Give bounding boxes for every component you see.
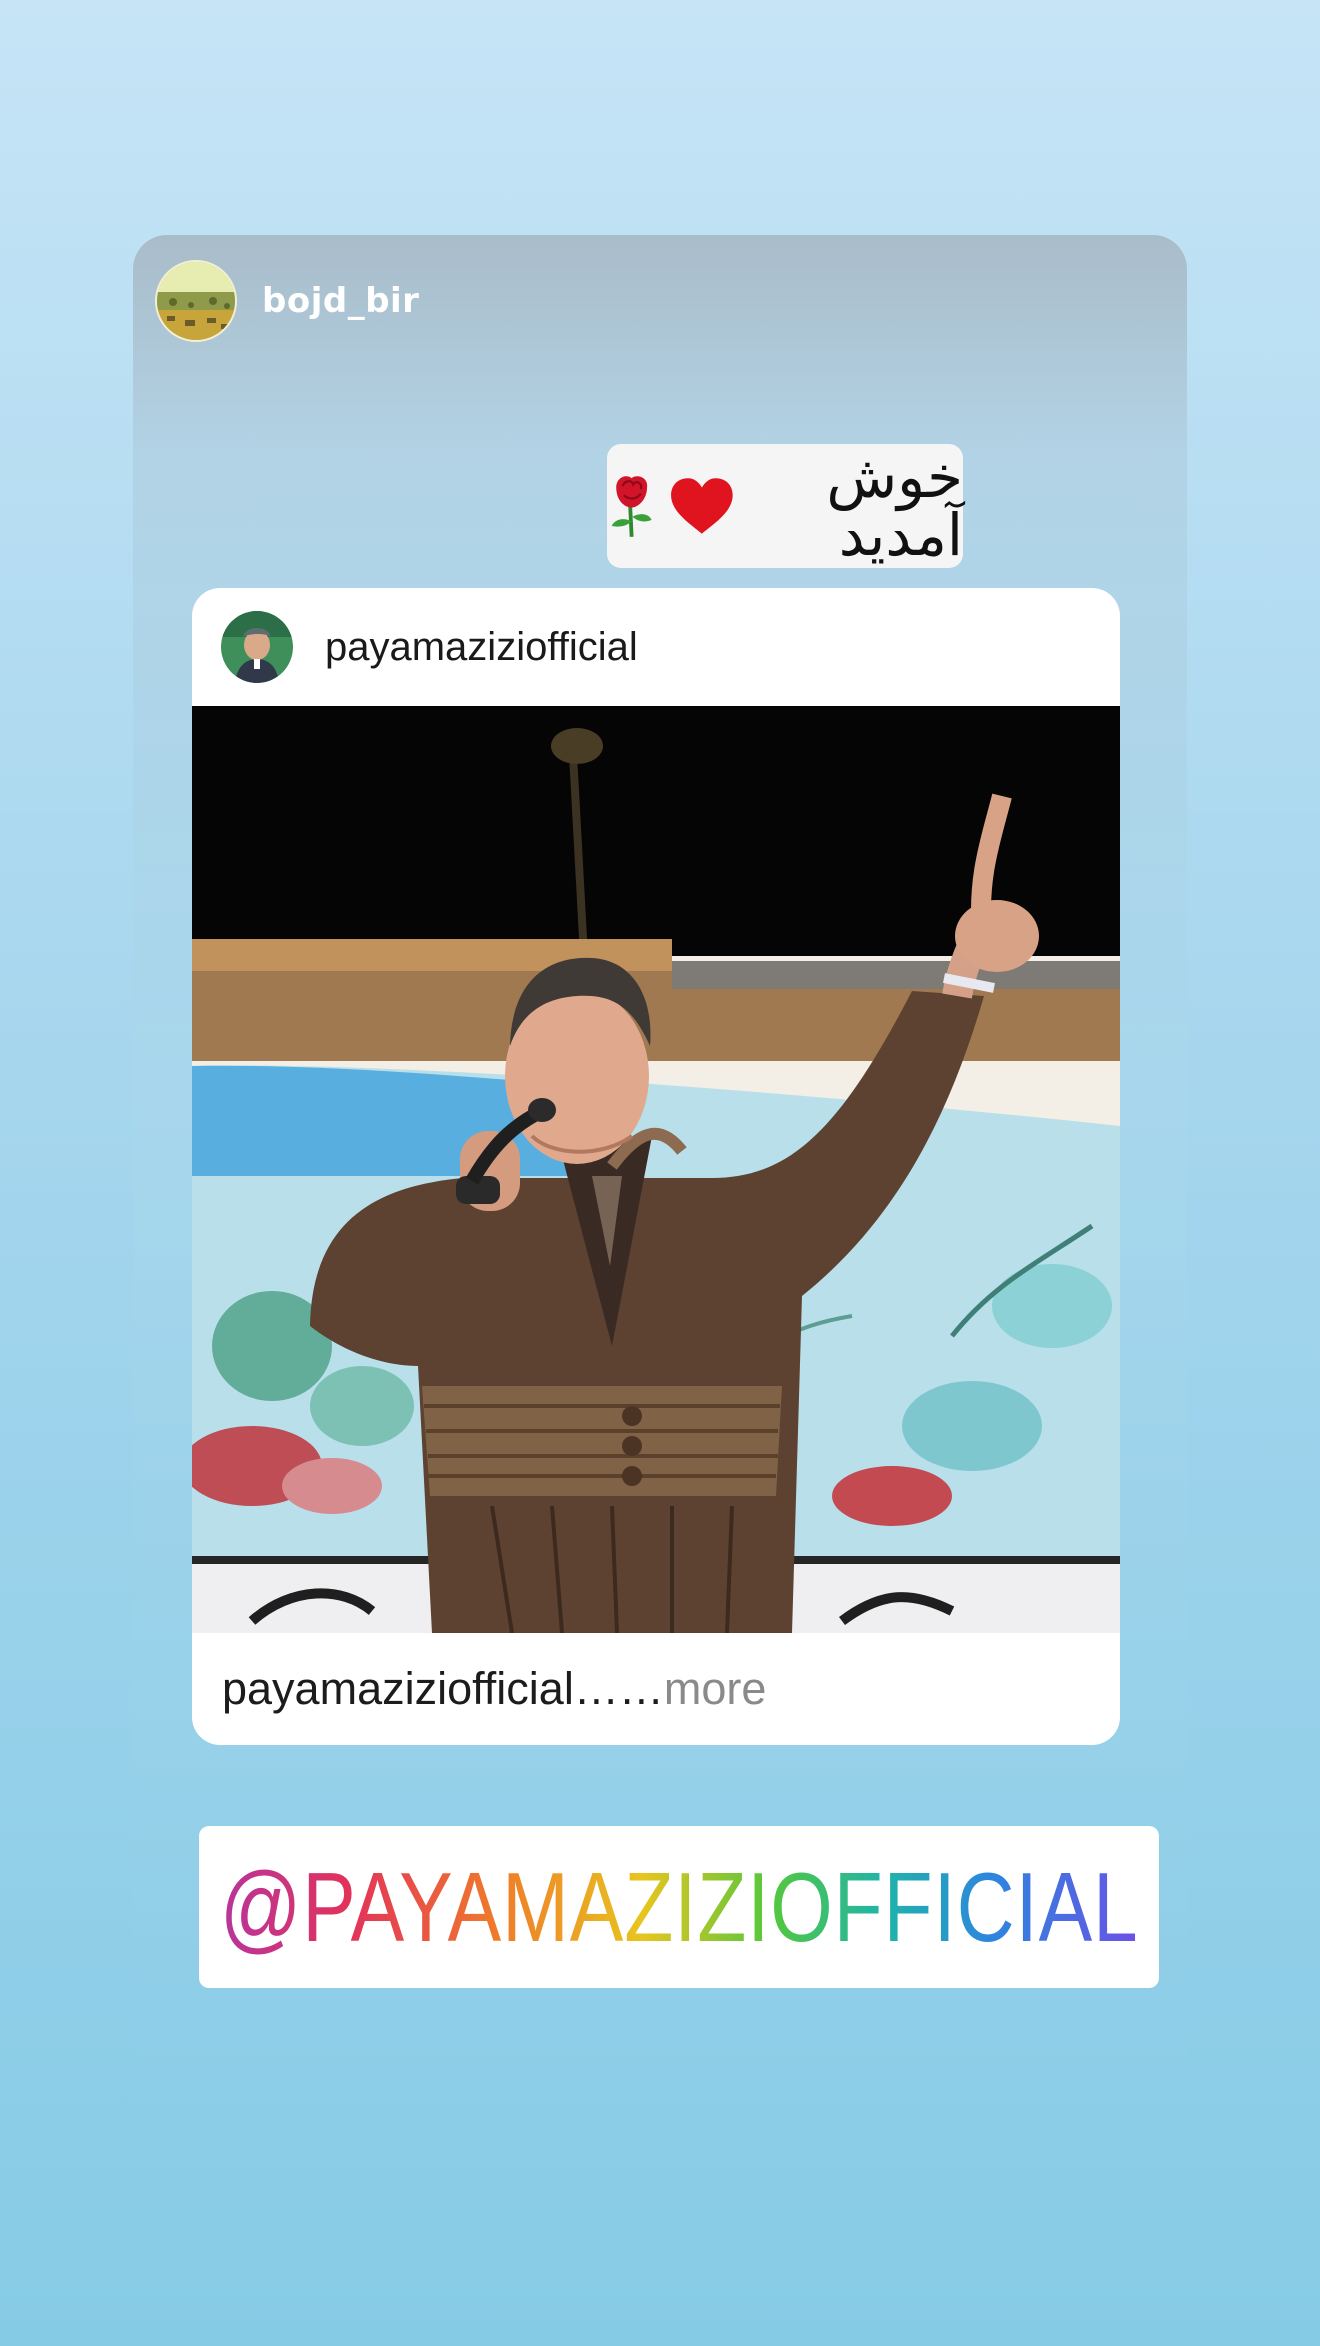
post-image[interactable] [192, 706, 1120, 1633]
post-avatar[interactable] [221, 611, 293, 683]
caption-username[interactable]: payamaziziofficial [222, 1663, 574, 1715]
post-caption[interactable]: payamaziziofficial …… more [222, 1633, 766, 1745]
story-header[interactable]: bojd_bir [155, 259, 419, 343]
welcome-text: خوش آمدید [826, 443, 963, 569]
singer-performing-photo [192, 706, 1120, 1633]
story-username[interactable]: bojd_bir [262, 281, 419, 321]
landscape-avatar-icon [157, 262, 235, 340]
post-username[interactable]: payamaziziofficial [325, 625, 638, 670]
profile-avatar-icon [221, 611, 293, 683]
story-card: bojd_bir خوش آمدید payamaziziofficial pa… [133, 235, 1187, 2108]
red-heart-icon [671, 478, 733, 534]
post-header: payamaziziofficial [192, 588, 1120, 706]
rose-icon [611, 476, 652, 537]
mention-text[interactable]: @PAYAMAZIZIOFFICIAL [220, 1851, 1139, 1964]
story-avatar[interactable] [155, 260, 237, 342]
welcome-sticker[interactable]: خوش آمدید [607, 444, 963, 568]
mention-sticker[interactable]: @PAYAMAZIZIOFFICIAL [199, 1826, 1159, 1988]
caption-more-link[interactable]: more [664, 1663, 767, 1715]
shared-post-card[interactable]: payamaziziofficial payamaziziofficial ……… [192, 588, 1120, 1745]
caption-text: …… [573, 1663, 664, 1714]
